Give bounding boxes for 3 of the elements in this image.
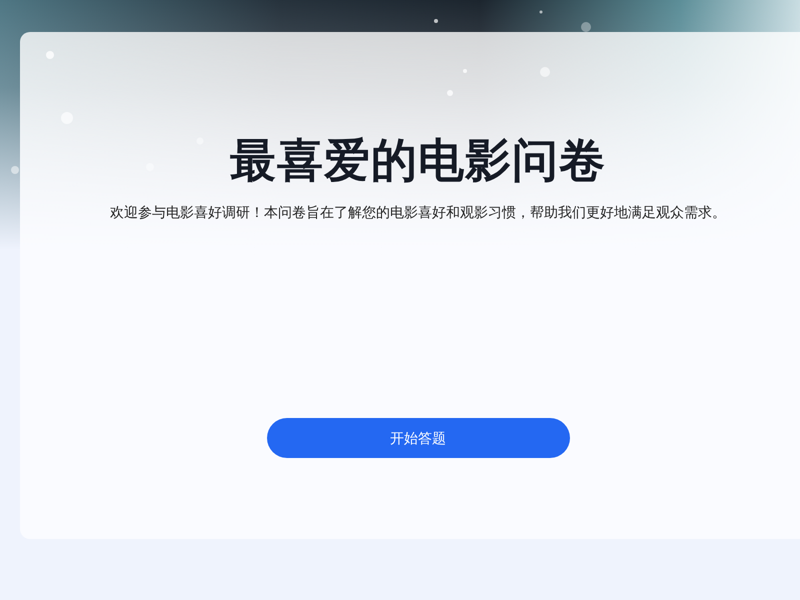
start-button[interactable]: 开始答题: [266, 418, 570, 458]
survey-description: 欢迎参与电影喜好调研！本问卷旨在了解您的电影喜好和观影习惯，帮助我们更好地满足观众需求。: [110, 203, 726, 222]
survey-title: 最喜爱的电影问卷: [230, 133, 606, 188]
